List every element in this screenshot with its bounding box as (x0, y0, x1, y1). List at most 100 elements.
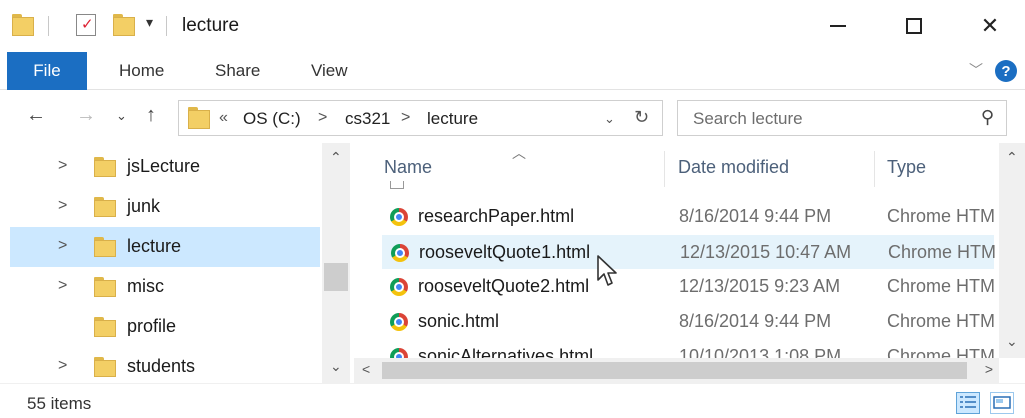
chrome-html-file-icon (391, 244, 409, 262)
chrome-html-file-icon (390, 208, 408, 226)
breadcrumb-os-c[interactable]: OS (C:) (243, 109, 301, 129)
expand-ribbon-chevron-icon[interactable]: ﹀ (969, 60, 983, 80)
folder-icon (94, 357, 116, 377)
refresh-icon[interactable]: ↻ (634, 107, 649, 128)
status-bar: 55 items (0, 383, 1025, 418)
nav-item-jslecture[interactable]: > jsLecture (10, 147, 320, 187)
file-list-horizontal-scrollbar[interactable]: < > (354, 358, 999, 383)
scroll-up-icon[interactable]: ⌃ (1006, 149, 1018, 166)
navigation-bar: ← → ⌄ ↑ « OS (C:) > cs321 > lecture ⌄ ↻ … (0, 91, 1025, 143)
properties-quick-access-icon[interactable]: ✓ (76, 14, 96, 36)
file-row-researchpaper[interactable]: researchPaper.html 8/16/2014 9:44 PM Chr… (382, 200, 996, 234)
nav-item-label: students (127, 356, 196, 376)
expand-chevron-icon[interactable]: > (58, 237, 67, 255)
maximize-button[interactable] (892, 8, 936, 44)
nav-item-students[interactable]: > students (10, 347, 320, 387)
search-placeholder: Search lecture (693, 109, 803, 128)
folder-icon (94, 237, 116, 257)
large-icons-view-icon[interactable] (990, 392, 1014, 414)
file-type: Chrome HTM (888, 242, 997, 262)
file-name: rooseveltQuote2.html (418, 276, 590, 296)
nav-item-misc[interactable]: > misc (10, 267, 320, 307)
forward-arrow-icon[interactable]: → (76, 104, 96, 127)
sort-ascending-icon: ︿ (512, 145, 526, 161)
item-count: 55 items (27, 394, 92, 413)
nav-item-label: lecture (127, 236, 182, 256)
partial-row-clipped (390, 181, 990, 189)
tab-home[interactable]: Home (119, 61, 164, 81)
nav-item-label: jsLecture (127, 156, 201, 176)
search-icon[interactable]: ⚲ (981, 107, 994, 128)
window-title: lecture (182, 15, 240, 36)
nav-scrollbar[interactable]: ⌃ ⌄ (322, 143, 350, 383)
close-button[interactable]: ✕ (968, 8, 1012, 44)
file-type: Chrome HTM (887, 311, 996, 331)
recent-locations-chevron-icon[interactable]: ⌄ (116, 108, 127, 124)
file-name: sonic.html (418, 311, 500, 331)
expand-chevron-icon[interactable]: > (58, 197, 67, 215)
customize-quick-access-icon[interactable]: ▾ (146, 14, 153, 31)
search-input[interactable]: Search lecture ⚲ (677, 100, 1007, 136)
chrome-html-file-icon (390, 278, 408, 296)
breadcrumb-separator[interactable]: > (318, 109, 327, 127)
mouse-pointer-icon (597, 255, 617, 286)
file-name: researchPaper.html (418, 206, 575, 226)
scroll-down-icon[interactable]: ⌄ (1006, 333, 1018, 350)
folder-icon (188, 107, 210, 129)
file-list: ︿ Name Date modified Type researchPaper.… (354, 143, 1025, 383)
file-type: Chrome HTM (887, 276, 996, 296)
column-header-name[interactable]: Name (384, 157, 432, 178)
back-arrow-icon[interactable]: ← (26, 104, 46, 127)
folder-icon (94, 157, 116, 177)
scroll-thumb[interactable] (382, 362, 967, 379)
tab-file[interactable]: File (7, 52, 87, 90)
folder-icon (94, 277, 116, 297)
nav-item-lecture[interactable]: > lecture (10, 227, 320, 267)
scroll-left-icon[interactable]: < (362, 361, 370, 377)
column-header-date-modified[interactable]: Date modified (678, 157, 789, 178)
file-row-rooseveltquote1[interactable]: rooseveltQuote1.html 12/13/2015 10:47 AM… (382, 235, 996, 269)
scroll-thumb[interactable] (324, 263, 348, 291)
scroll-up-icon[interactable]: ⌃ (330, 149, 342, 166)
file-date: 8/16/2014 9:44 PM (679, 206, 832, 226)
address-overflow-icon[interactable]: « (219, 109, 228, 127)
nav-item-label: misc (127, 276, 164, 296)
breadcrumb-cs321[interactable]: cs321 (345, 109, 390, 129)
title-bar: ✓ ▾ lecture ✕ (0, 0, 1025, 52)
details-view-icon[interactable] (956, 392, 980, 414)
up-arrow-icon[interactable]: ↑ (146, 104, 156, 127)
chrome-html-file-icon (390, 313, 408, 331)
navigation-pane: > jsLecture > junk > lecture > misc prof… (0, 143, 354, 383)
file-row-sonic[interactable]: sonic.html 8/16/2014 9:44 PM Chrome HTM (382, 305, 996, 339)
breadcrumb-lecture[interactable]: lecture (427, 109, 478, 129)
breadcrumb-separator[interactable]: > (401, 109, 410, 127)
file-date: 12/13/2015 9:23 AM (679, 276, 841, 296)
tab-view[interactable]: View (311, 61, 348, 81)
scroll-down-icon[interactable]: ⌄ (330, 358, 342, 375)
file-date: 8/16/2014 9:44 PM (679, 311, 832, 331)
ribbon-tabs: File Home Share View ﹀ ? (0, 52, 1025, 90)
expand-chevron-icon[interactable]: > (58, 277, 67, 295)
file-type: Chrome HTM (887, 206, 996, 226)
file-date: 12/13/2015 10:47 AM (680, 242, 852, 262)
tab-share[interactable]: Share (215, 61, 260, 81)
file-name: rooseveltQuote1.html (419, 242, 591, 262)
minimize-button[interactable] (816, 8, 860, 44)
new-folder-quick-access-icon[interactable] (113, 14, 135, 36)
address-bar[interactable]: « OS (C:) > cs321 > lecture ⌄ ↻ (178, 100, 663, 136)
scroll-right-icon[interactable]: > (985, 361, 993, 377)
folder-icon (94, 197, 116, 217)
expand-chevron-icon[interactable]: > (58, 357, 67, 375)
help-icon[interactable]: ? (995, 60, 1017, 82)
nav-item-profile[interactable]: profile (10, 307, 320, 347)
nav-item-label: profile (127, 316, 177, 336)
column-header-type[interactable]: Type (887, 157, 926, 178)
nav-item-label: junk (127, 196, 161, 216)
folder-icon (94, 317, 116, 337)
file-row-rooseveltquote2[interactable]: rooseveltQuote2.html 12/13/2015 9:23 AM … (382, 270, 996, 304)
address-history-chevron-icon[interactable]: ⌄ (604, 111, 615, 127)
expand-chevron-icon[interactable]: > (58, 157, 67, 175)
folder-icon (12, 14, 34, 36)
file-list-vertical-scrollbar[interactable]: ⌃ ⌄ (999, 143, 1025, 358)
nav-item-junk[interactable]: > junk (10, 187, 320, 227)
